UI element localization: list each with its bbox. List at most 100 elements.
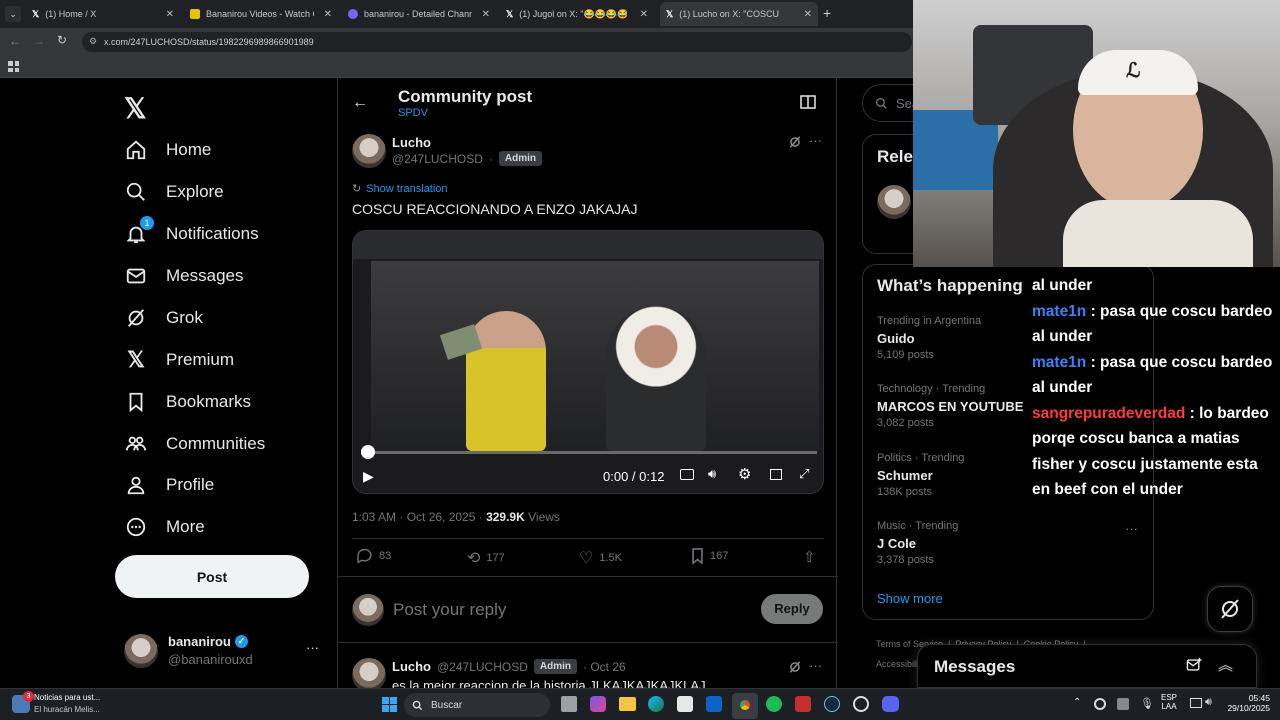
video-frame bbox=[371, 261, 819, 451]
volume-icon[interactable]: 🔊︎ bbox=[708, 466, 716, 482]
x-logo-icon[interactable]: 𝕏 bbox=[124, 92, 147, 125]
browser-tab-2[interactable]: Bananirou Videos - Watch C...✕ bbox=[184, 4, 338, 24]
reload-icon[interactable]: ↻ bbox=[57, 33, 67, 47]
post-text: COSCU REACCIONANDO A ENZO JAKAJAJ bbox=[352, 201, 638, 217]
relevant-avatar[interactable] bbox=[877, 185, 911, 219]
sidebar-item-more[interactable]: More bbox=[124, 508, 205, 546]
pip-icon[interactable] bbox=[770, 469, 782, 480]
sidebar-item-premium[interactable]: 𝕏 Premium bbox=[124, 341, 234, 379]
sidebar-item-home[interactable]: Home bbox=[124, 131, 211, 169]
browser-tab-4[interactable]: 𝕏(1) Jugol on X: "😂😂😂😂😂"✕ bbox=[500, 4, 654, 24]
settings-gear-icon[interactable]: ⚙ bbox=[738, 465, 751, 483]
weather-news-icon[interactable]: 3 bbox=[12, 691, 34, 713]
browser-tab-5-active[interactable]: 𝕏(1) Lucho on X: "COSCU RE...✕ bbox=[660, 2, 818, 26]
taskbar-search[interactable]: Buscar bbox=[404, 693, 550, 717]
play-icon[interactable]: ▶ bbox=[363, 468, 374, 485]
reply-action[interactable]: 83 bbox=[356, 548, 391, 564]
video-progress-track[interactable] bbox=[361, 451, 817, 454]
back-arrow-icon[interactable]: ← bbox=[9, 34, 21, 48]
network-tray-icon[interactable] bbox=[1117, 698, 1129, 710]
browser-tab-3[interactable]: bananirou - Detailed Channel ...✕ bbox=[342, 4, 496, 24]
microphone-tray-icon[interactable]: 🎙︎ bbox=[1140, 697, 1154, 710]
tab-close-icon[interactable]: ✕ bbox=[804, 9, 812, 20]
grok-explain-icon[interactable] bbox=[788, 135, 802, 149]
bookmark-action[interactable]: 167 bbox=[691, 548, 728, 564]
show-translation-link[interactable]: ↻ Show translation bbox=[352, 182, 448, 196]
news-widget-title[interactable]: Noticias para ust... bbox=[34, 693, 100, 702]
captions-icon[interactable] bbox=[680, 469, 694, 480]
tab-list-chevron-icon[interactable]: ⌄ bbox=[5, 6, 21, 22]
tab-close-icon[interactable]: ✕ bbox=[482, 9, 490, 20]
chrome-active-slot[interactable] bbox=[732, 693, 758, 719]
sidebar-item-explore[interactable]: Explore bbox=[124, 173, 224, 211]
store-icon[interactable] bbox=[677, 696, 693, 712]
author-handle[interactable]: @247LUCHOSD bbox=[392, 152, 483, 166]
post-more-icon[interactable]: ··· bbox=[809, 133, 822, 148]
sidebar-item-profile[interactable]: Profile bbox=[124, 466, 214, 504]
copilot-icon[interactable] bbox=[590, 696, 606, 712]
author-avatar[interactable] bbox=[352, 134, 386, 168]
panel-title: What’s happening bbox=[877, 276, 1023, 295]
sidebar-item-notifications[interactable]: 1 Notifications bbox=[124, 215, 259, 253]
spotify-icon[interactable] bbox=[766, 696, 782, 712]
site-info-icon[interactable]: ⚙ bbox=[89, 36, 97, 47]
post-timestamp[interactable]: 1:03 AM · Oct 26, 2025 · bbox=[352, 510, 486, 524]
sidebar-item-grok[interactable]: Grok bbox=[124, 299, 203, 337]
share-action[interactable]: ⇧ bbox=[803, 548, 816, 566]
fullscreen-icon[interactable]: ⤢ bbox=[799, 466, 809, 482]
community-link[interactable]: SPDV bbox=[398, 107, 428, 119]
windows-start-icon[interactable] bbox=[382, 697, 397, 712]
reply-input[interactable]: Post your reply bbox=[393, 600, 506, 620]
messages-drawer[interactable]: Messages ︽ bbox=[917, 644, 1257, 688]
apps-grid-icon[interactable] bbox=[8, 61, 19, 72]
show-more-link[interactable]: Show more bbox=[877, 591, 943, 606]
back-arrow-icon[interactable]: ← bbox=[352, 94, 368, 112]
like-action[interactable]: ♡ 1.5K bbox=[579, 548, 622, 568]
obs-icon[interactable] bbox=[853, 696, 869, 712]
trend-item[interactable]: Politics · Trending Schumer 138K posts bbox=[877, 452, 964, 498]
trend-item[interactable]: Technology · Trending MARCOS EN YOUTUBE 3,… bbox=[877, 383, 1023, 429]
forward-arrow-icon[interactable]: → bbox=[33, 34, 45, 48]
next-author-avatar[interactable] bbox=[352, 658, 386, 692]
edge-icon[interactable] bbox=[648, 696, 664, 712]
steam-icon[interactable] bbox=[824, 696, 840, 712]
expand-chevron-icon[interactable]: ︽ bbox=[1218, 654, 1233, 675]
tab-close-icon[interactable]: ✕ bbox=[166, 9, 174, 20]
streaming-app-icon[interactable] bbox=[795, 696, 811, 712]
webcam-cap: ℒ bbox=[1078, 50, 1198, 95]
video-scrubber-handle[interactable] bbox=[361, 445, 375, 459]
display-tray-icon[interactable] bbox=[1190, 698, 1202, 708]
reply-button[interactable]: Reply bbox=[761, 594, 823, 624]
trend-more-icon[interactable]: ··· bbox=[1125, 521, 1138, 536]
repost-action[interactable]: ⟲ 177 bbox=[467, 548, 505, 568]
task-view-icon[interactable] bbox=[561, 696, 577, 712]
outlook-icon[interactable] bbox=[706, 696, 722, 712]
tab-close-icon[interactable]: ✕ bbox=[324, 9, 332, 20]
grok-floating-button[interactable] bbox=[1207, 586, 1253, 632]
clock[interactable]: 05:45 29/10/2025 bbox=[1218, 693, 1270, 713]
video-player[interactable]: ▶ 0:00 / 0:12 🔊︎ ⚙ ⤢ bbox=[352, 230, 824, 494]
sidebar-item-bookmarks[interactable]: Bookmarks bbox=[124, 383, 251, 421]
account-switcher[interactable]: bananirou ✓ @bananirouxd ··· bbox=[124, 634, 324, 670]
sidebar-item-messages[interactable]: Messages bbox=[124, 257, 243, 295]
browser-tab-1[interactable]: 𝕏 (1) Home / X ✕ bbox=[26, 4, 180, 24]
new-tab-plus-icon[interactable]: + bbox=[823, 5, 831, 21]
sync-tray-icon[interactable] bbox=[1094, 698, 1106, 710]
post-button[interactable]: Post bbox=[115, 555, 309, 598]
reader-view-icon[interactable] bbox=[800, 95, 816, 109]
trend-item[interactable]: Trending in Argentina Guido 5,109 posts bbox=[877, 315, 981, 361]
language-indicator[interactable]: ESP LAA bbox=[1161, 693, 1177, 711]
trend-item[interactable]: Music · Trending J Cole 3,378 posts bbox=[877, 520, 958, 566]
file-explorer-icon[interactable] bbox=[619, 697, 636, 711]
post-more-icon[interactable]: ··· bbox=[809, 658, 822, 673]
new-message-icon[interactable] bbox=[1186, 657, 1203, 673]
tray-chevron-icon[interactable]: ⌃ bbox=[1073, 697, 1081, 708]
author-name[interactable]: Lucho bbox=[392, 135, 431, 150]
tab-close-icon[interactable]: ✕ bbox=[640, 9, 648, 20]
volume-tray-icon[interactable]: 🔊︎ bbox=[1205, 696, 1212, 709]
url-field[interactable]: ⚙ x.com/247LUCHOSD/status/19822969898669… bbox=[82, 32, 912, 52]
account-more-icon[interactable]: ··· bbox=[306, 640, 319, 655]
sidebar-item-communities[interactable]: Communities bbox=[124, 425, 265, 463]
grok-explain-icon[interactable] bbox=[788, 660, 802, 674]
discord-icon[interactable] bbox=[882, 696, 899, 712]
